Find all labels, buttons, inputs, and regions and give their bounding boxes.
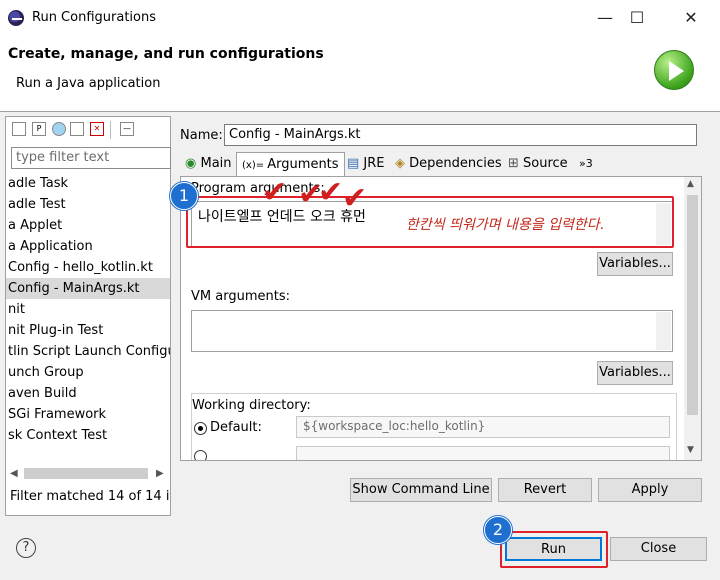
close-button[interactable]: Close — [610, 537, 707, 561]
title-bar: Run Configurations — ☐ ✕ — [0, 0, 720, 36]
export-icon[interactable] — [52, 122, 66, 136]
scroll-down-icon[interactable]: ▼ — [687, 445, 694, 455]
tab-arguments[interactable]: (x)= Arguments — [236, 152, 345, 177]
tab-label: JRE — [363, 156, 385, 171]
tab-main[interactable]: ◉ Main — [180, 152, 237, 176]
vm-args-scrollbar[interactable] — [656, 312, 671, 350]
arguments-tab-icon: (x)= — [242, 160, 268, 171]
default-radio-label: Default: — [210, 420, 262, 435]
list-item[interactable]: a Applet — [6, 215, 170, 236]
dependencies-tab-icon: ◈ — [395, 156, 410, 171]
delete-icon[interactable]: ✕ — [90, 122, 104, 136]
configuration-list: adle Task adle Test a Applet a Applicati… — [6, 173, 170, 446]
panel-vertical-scrollbar[interactable]: ▲ ▼ — [684, 177, 701, 460]
apply-button[interactable]: Apply — [598, 478, 702, 502]
working-directory-group: Working directory: Default: ${workspace_… — [191, 393, 677, 460]
dialog-heading: Create, manage, and run configurations — [8, 46, 324, 62]
tab-label: Main — [200, 156, 232, 171]
main-tab-icon: ◉ — [185, 156, 201, 171]
configuration-tree-pane: P ✕ — type filter text adle Task adle Te… — [5, 116, 171, 516]
panel-scroll-thumb[interactable] — [687, 195, 698, 415]
maximize-button[interactable]: ☐ — [614, 0, 660, 36]
filter-input[interactable]: type filter text — [11, 147, 171, 169]
vm-args-label: VM arguments: — [191, 289, 290, 304]
new-config-icon[interactable] — [12, 122, 26, 136]
revert-button[interactable]: Revert — [498, 478, 592, 502]
name-input[interactable]: Config - MainArgs.kt — [224, 124, 697, 146]
other-directory-field — [296, 446, 670, 460]
duplicate-icon[interactable] — [70, 122, 84, 136]
list-item[interactable]: aven Build — [6, 383, 170, 404]
program-variables-button[interactable]: Variables... — [597, 252, 673, 276]
default-directory-field: ${workspace_loc:hello_kotlin} — [296, 416, 670, 438]
list-item[interactable]: Config - hello_kotlin.kt — [6, 257, 170, 278]
tree-toolbar: P ✕ — — [6, 117, 170, 143]
help-icon[interactable]: ? — [16, 538, 36, 558]
scroll-left-icon[interactable]: ◀ — [10, 468, 18, 479]
run-banner-icon — [654, 50, 694, 90]
tab-label: Arguments — [267, 157, 339, 172]
step-2-badge: 2 — [484, 516, 512, 544]
list-item[interactable]: sk Context Test — [6, 425, 170, 446]
tab-jre[interactable]: ▤ JRE — [342, 152, 390, 176]
toolbar-divider — [110, 121, 111, 139]
check-mark-icon: ✔ — [342, 181, 368, 216]
jre-tab-icon: ▤ — [347, 156, 364, 171]
name-label: Name: — [180, 128, 223, 143]
filter-status: Filter matched 14 of 14 ite — [10, 489, 170, 504]
list-item[interactable]: a Application — [6, 236, 170, 257]
list-item[interactable]: nit — [6, 299, 170, 320]
list-item[interactable]: adle Task — [6, 173, 170, 194]
new-prototype-icon[interactable]: P — [32, 122, 46, 136]
scroll-thumb[interactable] — [24, 468, 148, 479]
step-1-badge: 1 — [170, 182, 198, 210]
list-item-selected[interactable]: Config - MainArgs.kt — [6, 278, 170, 299]
check-mark-icon: ✔ — [318, 175, 344, 210]
collapse-all-icon[interactable]: — — [120, 122, 134, 136]
dialog-header: Create, manage, and run configurations R… — [0, 36, 720, 112]
list-item[interactable]: adle Test — [6, 194, 170, 215]
list-item[interactable]: nit Plug-in Test — [6, 320, 170, 341]
check-mark-icon: ✔ — [262, 175, 288, 210]
horizontal-scrollbar[interactable]: ◀ ▶ — [6, 465, 170, 482]
window-title: Run Configurations — [32, 10, 156, 25]
tab-dependencies[interactable]: ◈ Dependencies — [390, 152, 507, 176]
dialog-subheading: Run a Java application — [16, 76, 161, 91]
list-item[interactable]: unch Group — [6, 362, 170, 383]
annotation-note: 한칸씩 띄워가며 내용을 입력한다. — [406, 217, 605, 233]
tab-source[interactable]: ⊞ Source — [503, 152, 573, 176]
tab-label: Source — [523, 156, 568, 171]
other-radio[interactable] — [194, 450, 207, 460]
scroll-up-icon[interactable]: ▲ — [687, 179, 694, 189]
vm-args-textarea[interactable] — [191, 310, 673, 352]
list-item[interactable]: SGi Framework — [6, 404, 170, 425]
eclipse-logo-icon — [8, 10, 24, 26]
list-item[interactable]: tlin Script Launch Configu — [6, 341, 170, 362]
tab-label: Dependencies — [409, 156, 502, 171]
configuration-editor: Name: Config - MainArgs.kt ◉ Main (x)= A… — [176, 118, 709, 516]
source-tab-icon: ⊞ — [508, 156, 524, 171]
default-radio[interactable] — [194, 422, 207, 435]
run-highlight-box — [500, 531, 608, 568]
pane-splitter[interactable] — [171, 116, 175, 516]
show-command-line-button[interactable]: Show Command Line — [350, 478, 492, 502]
scroll-right-icon[interactable]: ▶ — [156, 468, 164, 479]
working-dir-label: Working directory: — [192, 398, 311, 413]
vm-variables-button[interactable]: Variables... — [597, 361, 673, 385]
tab-overflow[interactable]: »3 — [574, 152, 598, 176]
close-window-button[interactable]: ✕ — [668, 0, 714, 36]
